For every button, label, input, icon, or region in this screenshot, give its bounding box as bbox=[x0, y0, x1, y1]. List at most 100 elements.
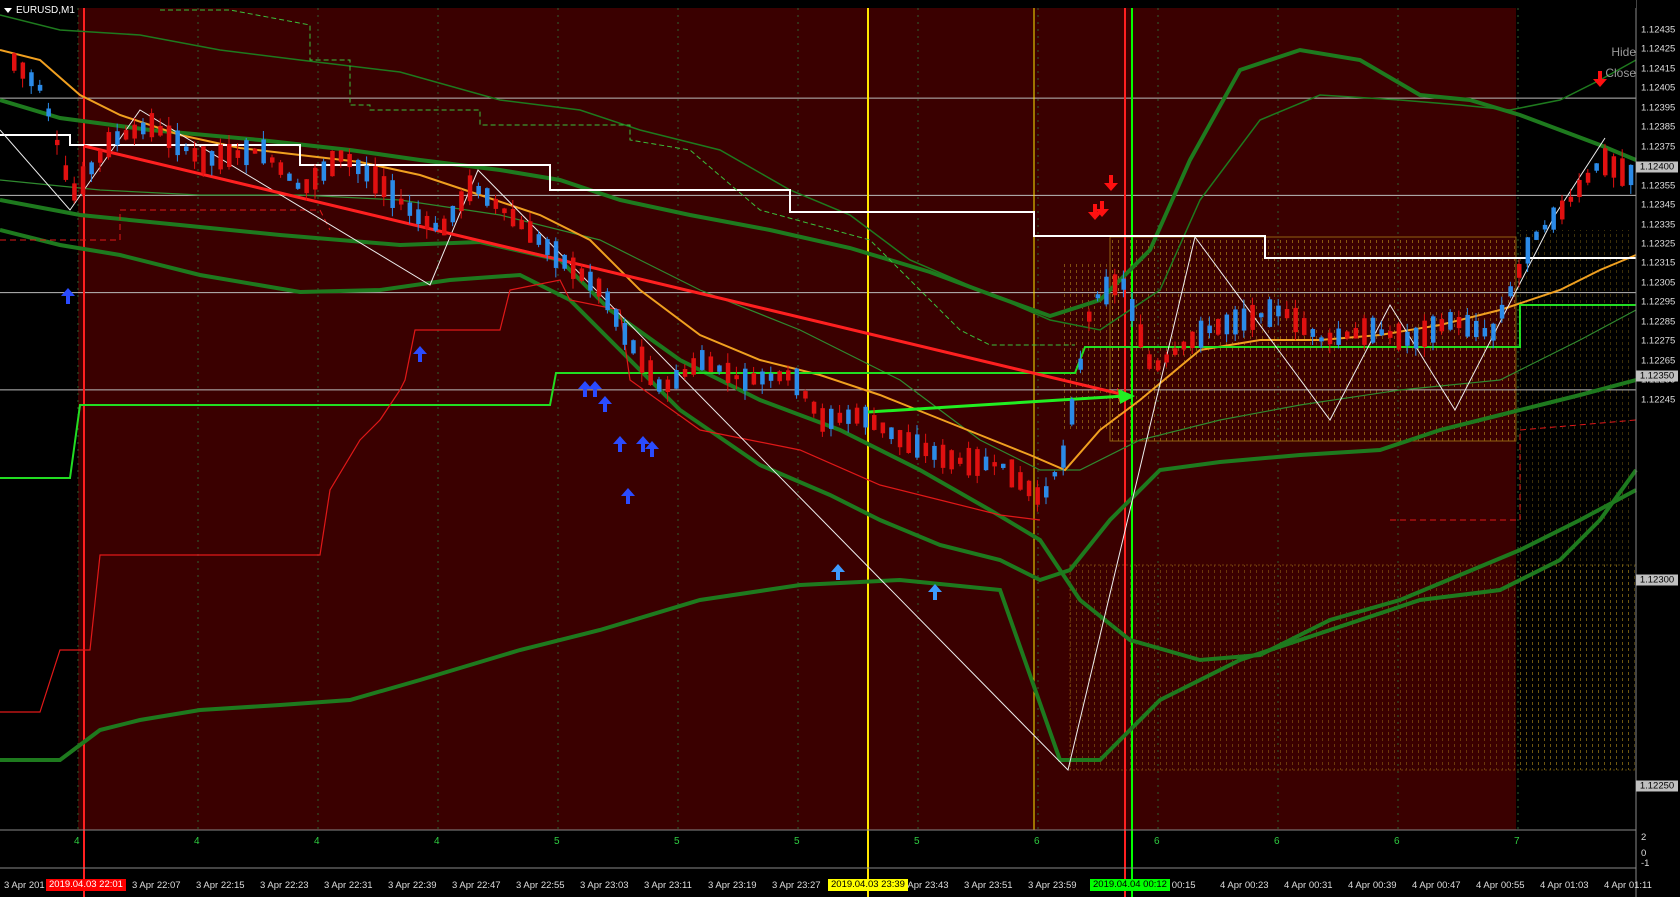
candle-body bbox=[1061, 445, 1066, 468]
time-tick-label: 3 Apr 23:03 bbox=[580, 880, 629, 891]
candle-body bbox=[416, 209, 421, 225]
candle-body bbox=[691, 358, 696, 375]
candle-body bbox=[1362, 318, 1367, 345]
candle-body bbox=[184, 146, 189, 152]
candle-body bbox=[1112, 274, 1118, 296]
candle-body bbox=[622, 322, 628, 345]
candle-body bbox=[347, 154, 352, 168]
time-tick-label: 3 Apr 22:07 bbox=[132, 880, 181, 891]
candle-body bbox=[1130, 299, 1135, 321]
candle-body bbox=[932, 445, 937, 460]
time-marker-label: 2019.04.04 00:12 bbox=[1090, 879, 1170, 891]
candle-body bbox=[1267, 299, 1273, 327]
candle-body bbox=[390, 180, 395, 208]
candle-body bbox=[106, 132, 112, 158]
candle-body bbox=[760, 371, 765, 385]
candle-body bbox=[596, 278, 602, 297]
candle-body bbox=[115, 131, 120, 145]
chart-title[interactable]: EURUSD,M1 bbox=[4, 3, 75, 17]
price-tick-label: 1.12245 bbox=[1641, 394, 1676, 406]
time-tick-label: 3 Apr 22:47 bbox=[452, 880, 501, 891]
candle-body bbox=[46, 108, 51, 117]
candle-body bbox=[1422, 320, 1427, 347]
candle-body bbox=[1155, 360, 1161, 371]
day-separator-label: 4 bbox=[194, 836, 200, 847]
time-tick-label: 4 Apr 00:39 bbox=[1348, 880, 1397, 891]
candle-body bbox=[1396, 323, 1402, 350]
candle-body bbox=[1001, 463, 1006, 468]
candle-body bbox=[1035, 487, 1040, 505]
time-tick-label: 3 Apr 201 bbox=[4, 880, 45, 891]
candle-body bbox=[854, 407, 860, 424]
candle-body bbox=[1026, 480, 1032, 497]
candle-body bbox=[682, 369, 688, 377]
price-level-box: 1.12400 bbox=[1636, 161, 1678, 173]
candle-body bbox=[751, 373, 757, 385]
candle-body bbox=[820, 408, 825, 432]
candle-body bbox=[665, 379, 671, 393]
time-tick-label: 4 Apr 01:11 bbox=[1604, 880, 1652, 891]
candle-body bbox=[803, 391, 808, 399]
candle-body bbox=[1121, 278, 1126, 290]
candle-body bbox=[270, 157, 275, 163]
day-separator-label: 5 bbox=[674, 836, 680, 847]
candle-body bbox=[467, 175, 473, 202]
candle-body bbox=[278, 162, 284, 175]
candle-body bbox=[1628, 164, 1634, 186]
candle-body bbox=[1370, 317, 1376, 343]
time-tick-label: 3 Apr 22:55 bbox=[516, 880, 565, 891]
candle-body bbox=[1164, 354, 1169, 363]
candle-body bbox=[1078, 358, 1083, 370]
candle-body bbox=[80, 166, 86, 194]
candle-body bbox=[1439, 319, 1445, 332]
candle-body bbox=[906, 432, 911, 453]
candle-body bbox=[1327, 332, 1333, 345]
close-button[interactable]: Close bbox=[1605, 66, 1636, 80]
day-separator-label: 5 bbox=[914, 836, 920, 847]
symbol-label: EURUSD,M1 bbox=[16, 4, 75, 16]
candle-body bbox=[252, 148, 258, 154]
day-separator-label: 6 bbox=[1394, 836, 1400, 847]
price-level-box: 1.12250 bbox=[1636, 780, 1678, 792]
time-tick-label: 3 Apr 23:51 bbox=[964, 880, 1013, 891]
candle-body bbox=[657, 379, 662, 392]
candle-body bbox=[562, 254, 567, 269]
candle-body bbox=[1216, 319, 1221, 335]
price-tick-label: 1.12325 bbox=[1641, 238, 1676, 250]
price-tick-label: 1.12295 bbox=[1641, 296, 1676, 308]
hide-button[interactable]: Hide bbox=[1611, 45, 1636, 59]
price-chart[interactable] bbox=[0, 0, 1680, 897]
candle-body bbox=[1147, 354, 1152, 369]
candle-body bbox=[37, 84, 43, 91]
candle-body bbox=[897, 430, 903, 448]
dropdown-triangle-icon[interactable] bbox=[4, 7, 12, 13]
candle-body bbox=[639, 346, 645, 373]
day-separator-label: 4 bbox=[74, 836, 80, 847]
time-tick-label: 4 Apr 00:47 bbox=[1412, 880, 1461, 891]
candle-body bbox=[364, 165, 370, 182]
candle-body bbox=[149, 113, 155, 138]
chart-window[interactable]: EURUSD,M1 Hide Close 1.12435 1.12425 1.124… bbox=[0, 0, 1680, 897]
candle-body bbox=[1181, 341, 1187, 350]
candle-body bbox=[975, 449, 980, 476]
candle-body bbox=[442, 218, 447, 236]
candle-body bbox=[949, 450, 954, 470]
candle-body bbox=[700, 350, 705, 370]
candle-body bbox=[227, 143, 232, 168]
candle-body bbox=[261, 139, 266, 164]
candle-body bbox=[1577, 179, 1582, 198]
candle-body bbox=[545, 239, 550, 255]
candle-body bbox=[889, 427, 894, 440]
candle-body bbox=[235, 150, 241, 158]
time-tick-label: 4 Apr 00:23 bbox=[1220, 880, 1269, 891]
candle-body bbox=[1069, 399, 1075, 425]
candle-body bbox=[880, 422, 886, 434]
candle-body bbox=[55, 139, 60, 146]
time-tick-label: 3 Apr 22:39 bbox=[388, 880, 437, 891]
candle-body bbox=[863, 406, 868, 428]
candle-body bbox=[304, 179, 309, 194]
candle-body bbox=[63, 165, 69, 180]
price-tick-label: 1.12275 bbox=[1641, 335, 1676, 347]
time-tick-label: r 00:15 bbox=[1166, 880, 1196, 891]
candle-body bbox=[605, 291, 610, 311]
